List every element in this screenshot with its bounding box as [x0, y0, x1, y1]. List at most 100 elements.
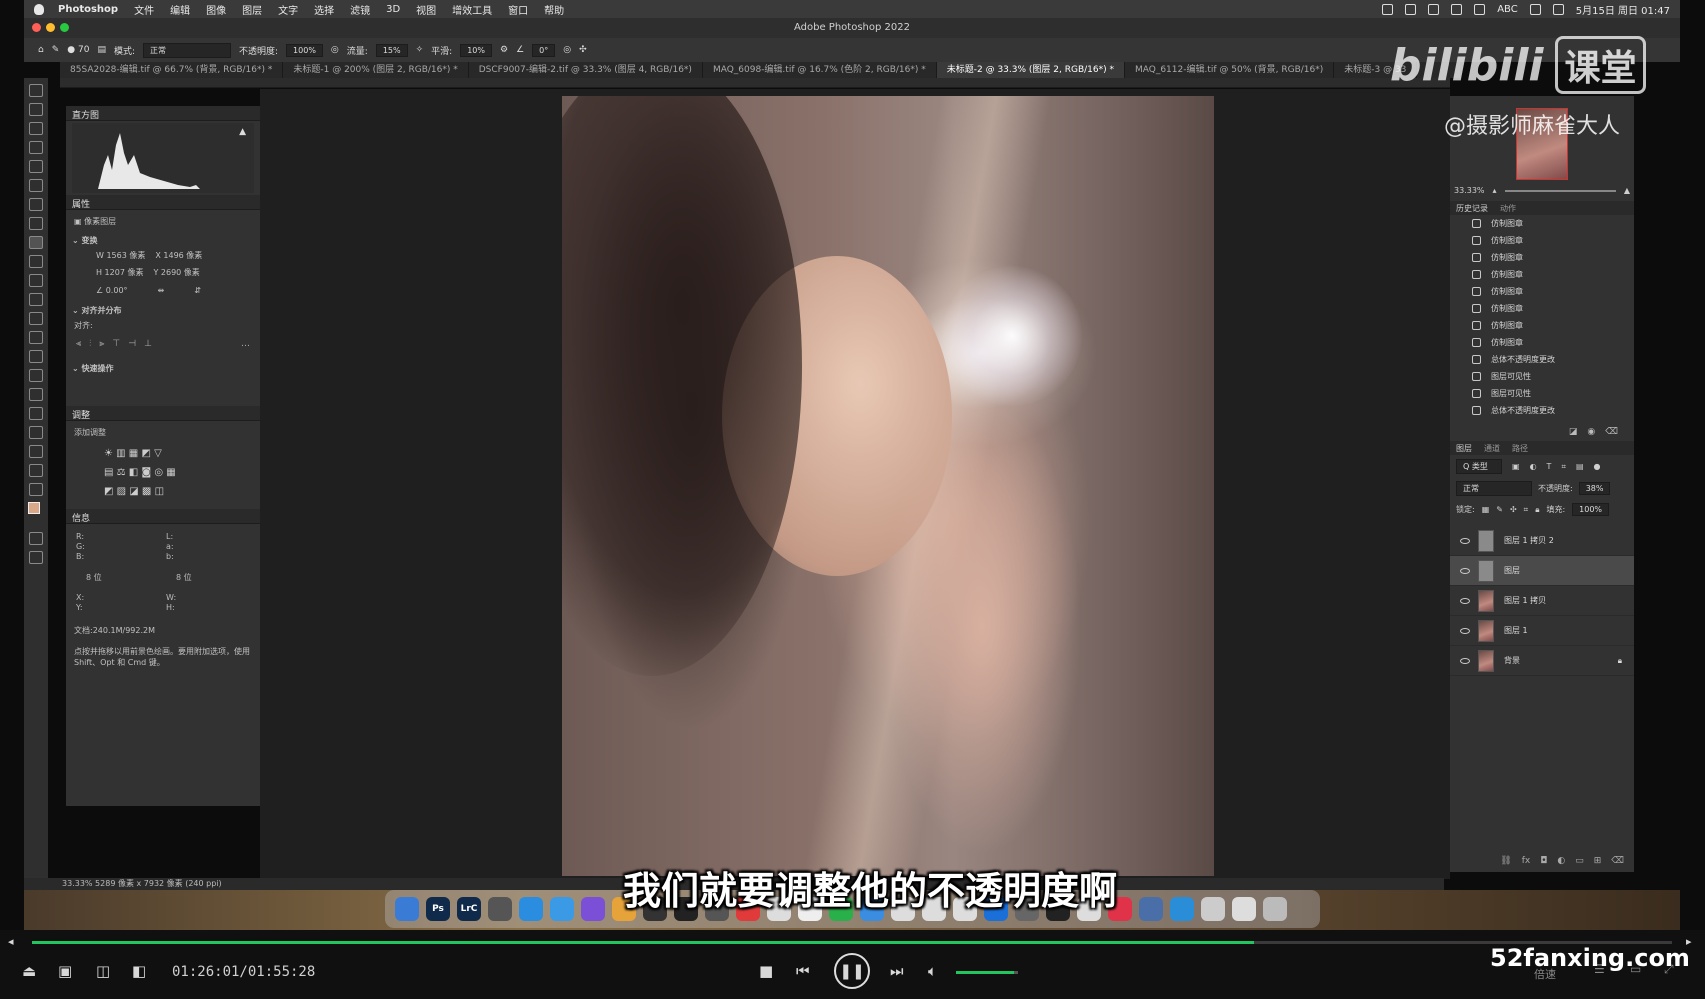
transform-x-field[interactable]: X 1496 像素: [155, 250, 202, 261]
layer-filter-select[interactable]: Q 类型: [1456, 459, 1502, 474]
add-mask-icon[interactable]: ◘: [1540, 856, 1547, 866]
menu-3d[interactable]: 3D: [386, 4, 400, 15]
dock-app-icon[interactable]: [1201, 897, 1225, 921]
curves-icon[interactable]: ▦: [129, 448, 138, 459]
filter-toggle-icon[interactable]: ●: [1594, 462, 1601, 471]
dock-app-icon[interactable]: [519, 897, 543, 921]
vibrance-icon[interactable]: ▽: [154, 448, 162, 459]
gradient-tool-icon[interactable]: [29, 312, 43, 325]
stop-icon[interactable]: ■: [759, 962, 773, 980]
input-method[interactable]: ABC: [1497, 4, 1518, 15]
visibility-eye-icon[interactable]: [1460, 537, 1470, 544]
document-tab[interactable]: MAQ_6098-编辑.tif @ 16.7% (色阶 2, RGB/16*) …: [703, 62, 937, 78]
menu-help[interactable]: 帮助: [544, 2, 564, 17]
pause-button[interactable]: ❚❚: [834, 953, 870, 989]
layer-row[interactable]: 背景 🔒︎: [1450, 646, 1634, 676]
status-app-icon[interactable]: [1382, 3, 1394, 15]
type-tool-icon[interactable]: [29, 388, 43, 401]
flip-vertical-icon[interactable]: ⇵: [194, 286, 201, 295]
info-panel-title[interactable]: 信息: [66, 509, 260, 524]
clone-stamp-tool-icon[interactable]: [29, 255, 43, 268]
document-tab[interactable]: DSCF9007-编辑-2.tif @ 33.3% (图层 4, RGB/16*…: [469, 62, 703, 78]
gradient-map-icon[interactable]: ▩: [142, 486, 151, 497]
filter-smart-icon[interactable]: ▤: [1576, 462, 1584, 471]
lock-pixels-icon[interactable]: ✎: [1496, 505, 1503, 514]
eject-icon[interactable]: ⏏: [22, 962, 36, 980]
history-item[interactable]: 仿制图章: [1450, 266, 1634, 283]
gear-icon[interactable]: ⚙: [500, 45, 508, 55]
align-right-icon[interactable]: ⫸: [99, 339, 104, 349]
move-tool-icon[interactable]: [29, 84, 43, 97]
selective-color-icon[interactable]: ◫: [155, 486, 164, 497]
control-center-icon[interactable]: [1552, 3, 1564, 15]
align-section[interactable]: ⌄ 对齐并分布: [66, 299, 260, 318]
filter-adjustment-icon[interactable]: ◐: [1530, 462, 1537, 471]
new-document-from-state-icon[interactable]: ◪: [1569, 427, 1578, 437]
warning-icon[interactable]: ▲: [239, 127, 246, 137]
tab-layers[interactable]: 图层: [1456, 443, 1472, 453]
brush-preset[interactable]: ● 70: [67, 45, 89, 55]
menu-app-name[interactable]: Photoshop: [58, 4, 118, 15]
layer-row[interactable]: 图层 1 拷贝 2: [1450, 526, 1634, 556]
histogram-panel-title[interactable]: 直方图: [66, 106, 260, 121]
volume-icon[interactable]: 🔈︎: [928, 962, 937, 980]
transform-y-field[interactable]: Y 2690 像素: [153, 267, 199, 278]
tab-history[interactable]: 历史记录: [1456, 203, 1488, 213]
filter-type-icon[interactable]: T: [1547, 462, 1552, 471]
home-icon[interactable]: ⌂: [38, 45, 44, 55]
lock-all-icon[interactable]: 🔒︎: [1535, 505, 1539, 515]
foreground-color-swatch[interactable]: [28, 502, 40, 514]
new-layer-icon[interactable]: ⊞: [1594, 856, 1602, 866]
frame-tool-icon[interactable]: [29, 179, 43, 192]
visibility-eye-icon[interactable]: [1460, 627, 1470, 634]
layer-row[interactable]: 图层 1: [1450, 616, 1634, 646]
adjustments-panel-title[interactable]: 调整: [66, 406, 260, 421]
dock-app-icon[interactable]: [395, 897, 419, 921]
magic-wand-tool-icon[interactable]: [29, 141, 43, 154]
filter-shape-icon[interactable]: ⌗: [1561, 462, 1566, 472]
search-icon[interactable]: [1529, 3, 1541, 15]
pressure-opacity-icon[interactable]: ◎: [331, 45, 339, 55]
marquee-tool-icon[interactable]: [29, 103, 43, 116]
tab-paths[interactable]: 路径: [1512, 443, 1528, 453]
close-window-button[interactable]: [32, 23, 41, 32]
history-item[interactable]: 图层可见性: [1450, 368, 1634, 385]
eyedropper-tool-icon[interactable]: [29, 198, 43, 211]
history-item[interactable]: 仿制图章: [1450, 300, 1634, 317]
brush-tool-icon[interactable]: ✎: [52, 45, 60, 55]
eraser-tool-icon[interactable]: [29, 293, 43, 306]
history-item[interactable]: 仿制图章: [1450, 334, 1634, 351]
brush-panel-icon[interactable]: ▤: [97, 45, 106, 55]
menu-plugins[interactable]: 增效工具: [452, 2, 492, 17]
filter-pixel-icon[interactable]: ▣: [1512, 462, 1520, 471]
visibility-eye-icon[interactable]: [1460, 567, 1470, 574]
transform-section[interactable]: ⌄ 变换: [66, 233, 260, 248]
flow-field[interactable]: 15%: [375, 43, 408, 57]
invert-icon[interactable]: ◩: [104, 486, 113, 497]
lock-icon[interactable]: 🔒︎: [1618, 656, 1622, 666]
delete-state-icon[interactable]: ⌫: [1605, 427, 1618, 437]
visibility-eye-icon[interactable]: [1460, 597, 1470, 604]
menu-select[interactable]: 选择: [314, 2, 334, 17]
crop-tool-icon[interactable]: [29, 160, 43, 173]
history-item[interactable]: 仿制图章: [1450, 215, 1634, 232]
tab-channels[interactable]: 通道: [1484, 443, 1500, 453]
history-item[interactable]: 仿制图章: [1450, 232, 1634, 249]
symmetry-icon[interactable]: ✣: [579, 45, 587, 55]
align-center-icon[interactable]: ⫶: [89, 339, 91, 349]
mode-select[interactable]: 正常: [143, 42, 231, 58]
more-tools-icon[interactable]: [29, 483, 43, 496]
lock-transparent-icon[interactable]: ▦: [1482, 505, 1490, 514]
transform-h-field[interactable]: H 1207 像素: [96, 267, 143, 278]
opacity-field[interactable]: 100%: [286, 43, 323, 57]
menu-image[interactable]: 图像: [206, 2, 226, 17]
screen-mode-icon[interactable]: [29, 551, 43, 564]
menu-filter[interactable]: 滤镜: [350, 2, 370, 17]
color-swatches[interactable]: [28, 502, 48, 522]
menu-view[interactable]: 视图: [416, 2, 436, 17]
previous-icon[interactable]: ⏮: [796, 962, 810, 980]
transform-w-field[interactable]: W 1563 像素: [96, 250, 145, 261]
danmaku-settings-icon[interactable]: ◧: [132, 962, 146, 980]
history-item[interactable]: 图层可见性: [1450, 385, 1634, 402]
dock-app-icon[interactable]: [488, 897, 512, 921]
